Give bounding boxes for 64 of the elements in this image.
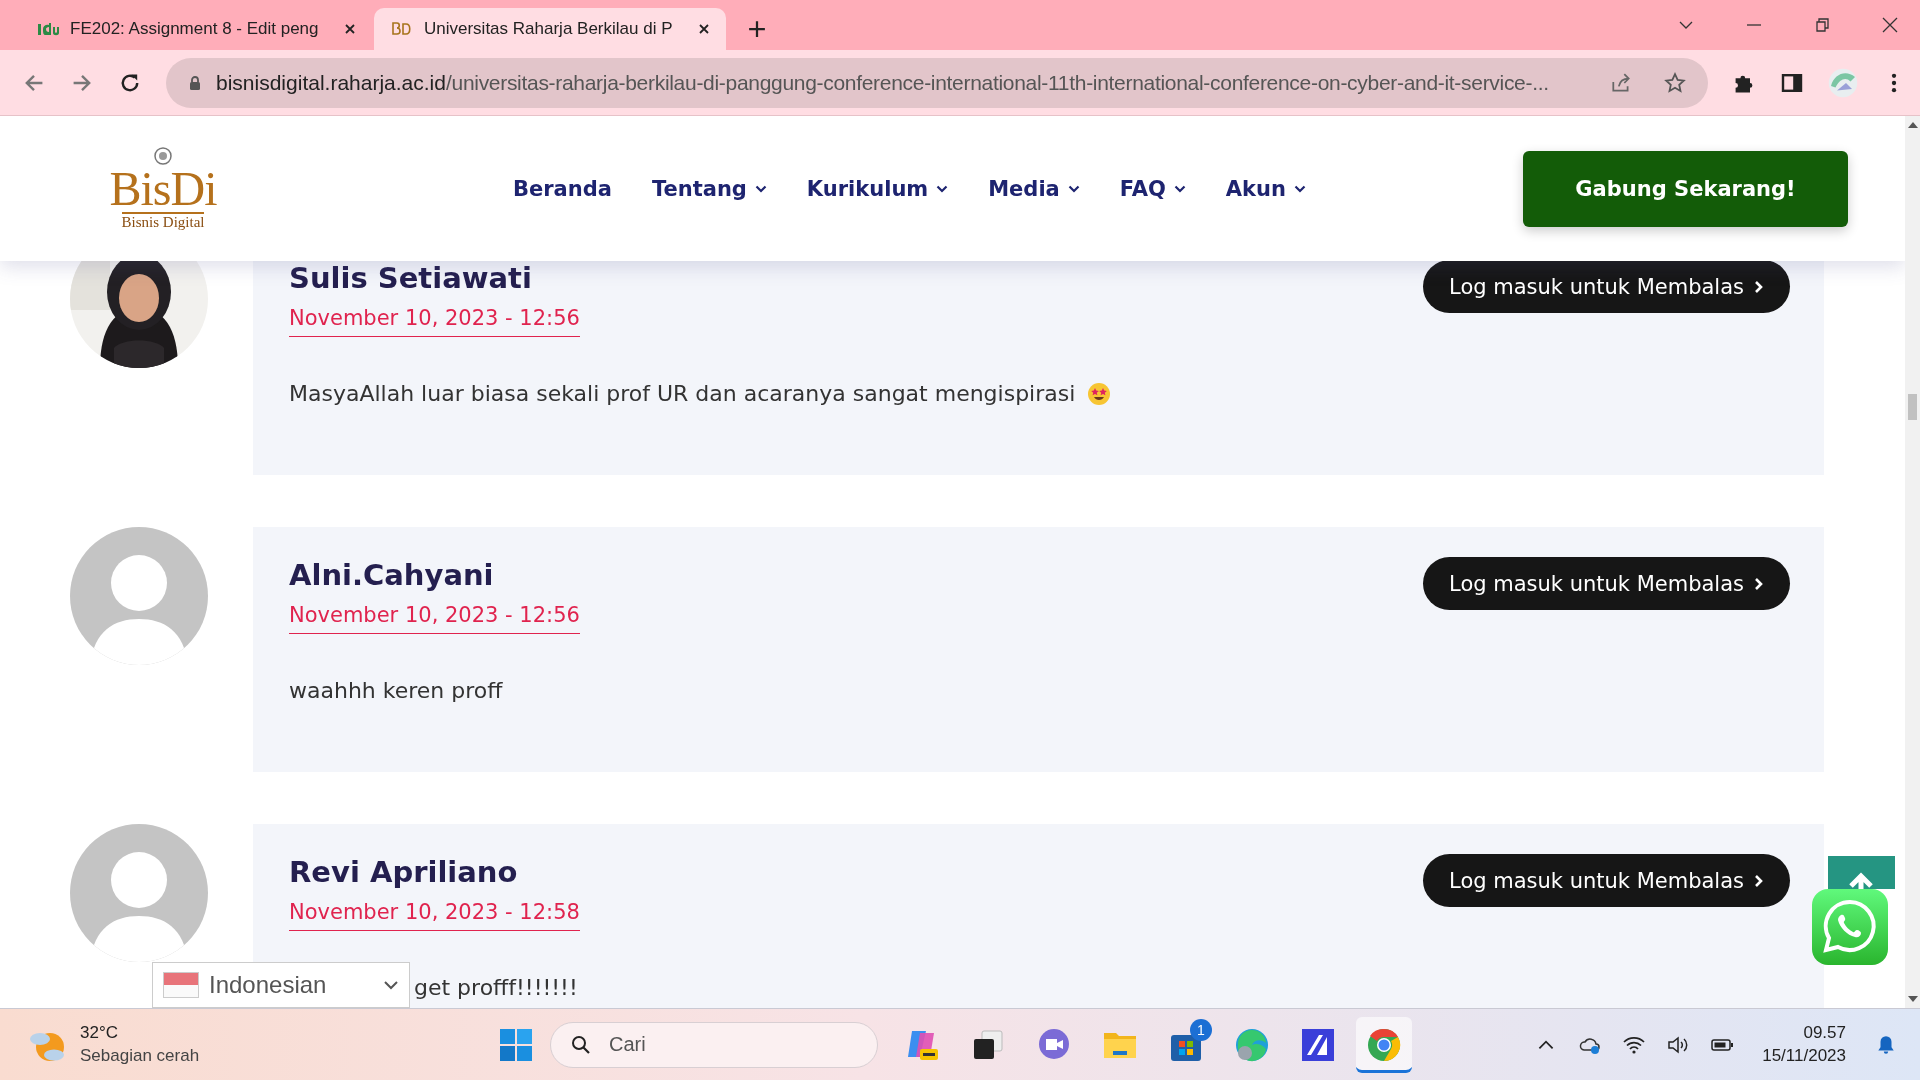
nav-link[interactable]: Tentang: [651, 176, 767, 201]
url-domain: bisnisdigital.raharja.ac.id: [216, 70, 446, 95]
browser-tab[interactable]: Universitas Raharja Berkilau di P: [374, 8, 726, 50]
comment-text: MasyaAllah luar biasa sekali prof UR dan acaranya sangat mengispirasi: [289, 381, 1076, 406]
flag-icon: [163, 972, 199, 998]
reply-login-button[interactable]: Log masuk untuk Membalas: [1423, 557, 1790, 610]
chevron-right-icon: [1754, 279, 1764, 294]
comment-date[interactable]: November 10, 2023 - 12:58: [289, 900, 580, 931]
clock[interactable]: 09.57 15/11/2023: [1762, 1023, 1846, 1066]
tab-favicon-icon: [36, 21, 60, 37]
chevron-right-icon: [1754, 873, 1764, 888]
edge-icon: [1234, 1026, 1270, 1063]
nav-link[interactable]: Beranda: [513, 176, 612, 201]
comment-author: Alni.Cahyani: [289, 557, 494, 593]
join-now-button[interactable]: Gabung Sekarang!: [1523, 150, 1848, 227]
url-path: /universitas-raharja-berkilau-di-panggung-conference-international-11th-international-conference-on-cyber-and-it-service-...: [445, 70, 1549, 95]
taskbar-app[interactable]: 1: [1158, 1016, 1214, 1073]
scroll-up-icon[interactable]: [1907, 122, 1918, 128]
nav-link[interactable]: Kurikulum: [806, 176, 949, 201]
weather-temperature: 32°C: [80, 1023, 119, 1043]
nav-link[interactable]: Akun: [1225, 176, 1306, 201]
close-tab-icon[interactable]: [344, 23, 356, 35]
chrome-icon: [1366, 1026, 1402, 1063]
app-icon: [1300, 1026, 1336, 1063]
emblem-icon: [153, 146, 173, 166]
dropdown-caret-icon: [1293, 184, 1306, 193]
address-bar[interactable]: bisnisdigital.raharja.ac.id/universitas-raharja-berkilau-di-panggung-conference-international-11th-international-conference-on-cyber-and-it-service-...: [166, 57, 1708, 108]
comment-text: get profff!!!!!!!: [414, 975, 578, 1000]
dropdown-caret-icon: [936, 184, 949, 193]
comment-author: Sulis Setiawati: [289, 260, 532, 296]
bookmark-star-icon[interactable]: [1664, 71, 1686, 94]
comment-author: Revi Apriliano: [289, 854, 518, 890]
start-icon[interactable]: [498, 1026, 534, 1063]
browser-tab[interactable]: FE202: Assignment 8 - Edit peng: [20, 8, 372, 50]
chevron-right-icon: [1754, 576, 1764, 591]
scrollbar-thumb[interactable]: [1908, 394, 1917, 420]
comment-text: waahhh keren proff: [289, 678, 503, 703]
scroll-down-icon[interactable]: [1907, 996, 1918, 1002]
whatsapp-icon[interactable]: [1812, 889, 1888, 965]
emoji-icon: [1087, 381, 1112, 406]
close-tab-icon[interactable]: [698, 23, 710, 35]
scroll-to-top-icon[interactable]: [1828, 856, 1895, 889]
chevron-down-icon: [383, 980, 399, 990]
dropdown-caret-icon: [1067, 184, 1080, 193]
weather-condition: Sebagian cerah: [80, 1046, 200, 1066]
lock-icon: [188, 74, 202, 91]
restore-icon[interactable]: [1814, 17, 1830, 33]
nav-link[interactable]: FAQ: [1119, 176, 1186, 201]
comment-date[interactable]: November 10, 2023 - 12:56: [289, 306, 580, 337]
close-icon[interactable]: [1882, 17, 1898, 33]
logo-title[interactable]: BisDi: [109, 166, 217, 212]
logo-subtitle: Bisnis Digital: [121, 212, 205, 231]
notification-badge: 1: [1190, 1018, 1212, 1041]
comment-date[interactable]: November 10, 2023 - 12:56: [289, 603, 580, 634]
nav-link[interactable]: Media: [988, 176, 1080, 201]
dropdown-caret-icon: [1173, 184, 1186, 193]
scrollbar[interactable]: [1905, 116, 1920, 1008]
share-icon[interactable]: [1610, 71, 1632, 94]
reply-login-button[interactable]: Log masuk untuk Membalas: [1423, 854, 1790, 907]
reply-login-button[interactable]: Log masuk untuk Membalas: [1423, 260, 1790, 313]
new-tab-icon[interactable]: [748, 20, 766, 38]
dropdown-caret-icon: [754, 184, 767, 193]
search-field[interactable]: Cari: [550, 1021, 878, 1068]
search-icon: [571, 1034, 591, 1055]
